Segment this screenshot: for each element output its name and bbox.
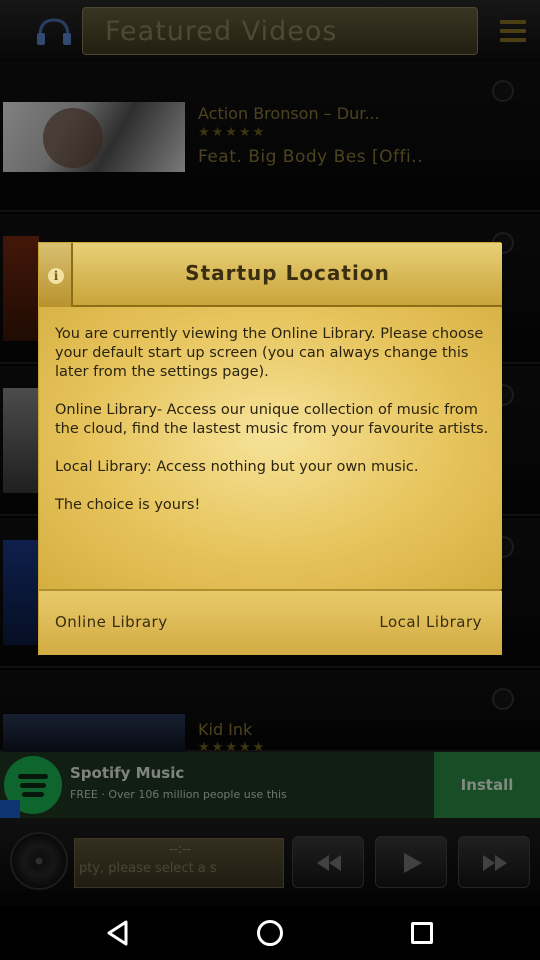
dialog-footer: Online Library Local Library — [39, 591, 502, 655]
dialog-icon-box: i — [39, 243, 73, 307]
dialog-message: You are currently viewing the Online Lib… — [55, 326, 489, 513]
startup-location-dialog: i Startup Location You are currently vie… — [38, 242, 502, 655]
dialog-header: i Startup Location — [39, 243, 502, 307]
system-nav-bar — [0, 906, 540, 960]
home-icon[interactable] — [257, 920, 283, 946]
online-library-button[interactable]: Online Library — [55, 613, 168, 631]
info-icon: i — [48, 268, 64, 284]
recent-apps-icon[interactable] — [411, 922, 433, 944]
dialog-body: You are currently viewing the Online Lib… — [39, 307, 502, 589]
local-library-button[interactable]: Local Library — [379, 613, 482, 631]
dialog-title: Startup Location — [185, 261, 390, 285]
back-icon[interactable] — [104, 919, 132, 947]
app-root: Featured Videos Action Bronson – Dur... … — [0, 0, 540, 960]
